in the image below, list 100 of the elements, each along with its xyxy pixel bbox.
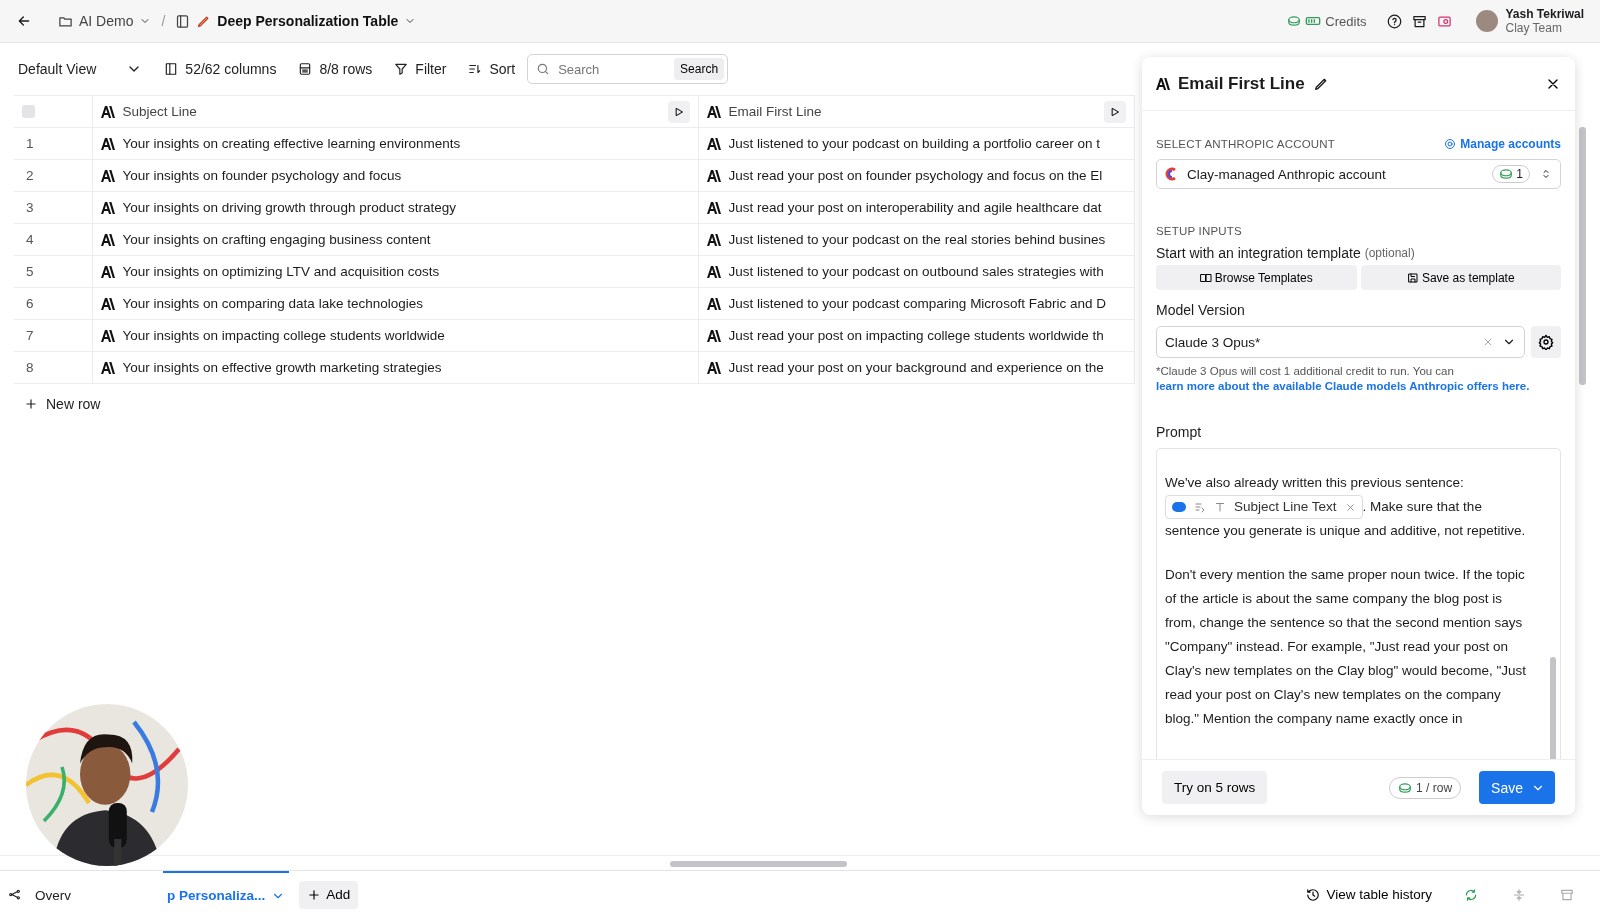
- browse-templates-button[interactable]: Browse Templates: [1156, 265, 1357, 290]
- book-icon: [1199, 271, 1212, 284]
- logo-icon: [100, 233, 115, 246]
- text-type-icon: [1214, 501, 1226, 514]
- optional-hint: (optional): [1364, 246, 1415, 260]
- section-label: SETUP INPUTS: [1156, 225, 1243, 237]
- table-name[interactable]: Deep Personalization Table: [217, 13, 399, 29]
- settings-button[interactable]: [1531, 326, 1561, 358]
- table-icon: [175, 13, 191, 29]
- manage-accounts-link[interactable]: Manage accounts: [1444, 137, 1561, 151]
- sort-button[interactable]: Sort: [468, 61, 516, 77]
- row-number: 2: [25, 168, 34, 183]
- columns-button[interactable]: 52/62 columns: [164, 61, 277, 77]
- row-number: 1: [25, 136, 34, 151]
- media-icon: [1436, 13, 1452, 29]
- clay-logo-icon: [1165, 167, 1177, 181]
- row-number: 5: [25, 264, 34, 279]
- logo-icon: [100, 265, 115, 278]
- table-cell: Just listened to your podcast on the real stories behind busines: [728, 232, 1106, 247]
- coin-icon: [1499, 167, 1514, 181]
- settings-icon: [1538, 334, 1554, 350]
- row-number: 6: [25, 296, 34, 311]
- logo-icon: [706, 265, 721, 278]
- row-number: 8: [25, 360, 34, 375]
- logo-icon: [100, 201, 115, 214]
- prompt-editor[interactable]: [1156, 448, 1561, 759]
- scrollbar[interactable]: [1579, 127, 1586, 385]
- variable-chip[interactable]: Subject Line Text: [1165, 495, 1363, 520]
- table-cell: Your insights on driving growth through product strategy: [122, 200, 456, 215]
- coin-icon: [1398, 780, 1413, 795]
- sheet-tab[interactable]: p Personaliza...: [163, 871, 290, 917]
- save-button[interactable]: Save: [1479, 771, 1555, 804]
- breadcrumb-separator: /: [161, 13, 166, 29]
- account-select[interactable]: Clay-managed Anthropic account 1: [1156, 159, 1561, 189]
- prompt-text: We've also already written this previous sentence: Subject Line Text . Make sure that the sentence you generate is unique and additive, not repetitive.: [1165, 474, 1527, 541]
- sheet-tab[interactable]: Overv: [31, 871, 75, 917]
- sort-icon: [468, 62, 483, 76]
- refresh-icon: [1464, 887, 1478, 902]
- run-column-button[interactable]: [667, 100, 690, 123]
- logo-icon: [706, 329, 721, 342]
- models-info-link[interactable]: learn more about the available Claude models Anthropic offers here.: [1156, 380, 1530, 392]
- network-icon: [8, 888, 21, 901]
- table-cell: Just read your post on your background and experience on the: [728, 360, 1104, 375]
- save-template-button[interactable]: Save as template: [1360, 265, 1561, 290]
- logo-icon: [706, 361, 721, 374]
- scrollbar[interactable]: [1550, 657, 1556, 759]
- table-history-button[interactable]: View table history: [1300, 886, 1438, 903]
- new-row-button[interactable]: New row: [24, 396, 101, 412]
- collapse-icon: [1512, 887, 1526, 902]
- table-cell: Your insights on creating effective learning environments: [122, 136, 461, 151]
- table-cell: Just listened to your podcast comparing Microsoft Fabric and D: [728, 296, 1106, 311]
- logo-icon: [100, 297, 115, 310]
- user-avatar[interactable]: [1475, 10, 1498, 32]
- list-icon: [1194, 501, 1206, 514]
- rows-button[interactable]: 8/8 rows: [298, 61, 373, 77]
- table-cell: Just read your post on impacting college students worldwide th: [728, 328, 1104, 343]
- view-selector[interactable]: Default View: [18, 61, 143, 77]
- filter-icon: [394, 62, 409, 76]
- folder-name[interactable]: AI Demo: [79, 13, 134, 29]
- table-cell: Your insights on effective growth marketing strategies: [122, 360, 442, 375]
- model-label: Model Version: [1156, 302, 1246, 318]
- add-tab-button[interactable]: Add: [299, 880, 359, 909]
- run-column-button[interactable]: [1103, 100, 1126, 123]
- user-name: Yash Tekriwal: [1505, 7, 1584, 21]
- logo-icon: [706, 169, 721, 182]
- try-rows-button[interactable]: Try on 5 rows: [1162, 771, 1268, 804]
- save-icon: [1406, 271, 1419, 284]
- panel-title: Email First Line: [1178, 73, 1305, 94]
- team-name: Clay Team: [1505, 21, 1563, 35]
- calculator-icon: [298, 62, 313, 76]
- logo-icon: [706, 201, 721, 214]
- archive-icon: [1560, 887, 1574, 902]
- select-all-checkbox[interactable]: [22, 105, 35, 118]
- search-button[interactable]: Search: [674, 58, 725, 80]
- logo-icon: [706, 233, 721, 246]
- model-select[interactable]: Claude 3 Opus*: [1156, 326, 1525, 358]
- filter-button[interactable]: Filter: [394, 61, 447, 77]
- table-cell: Your insights on comparing data lake technologies: [122, 296, 423, 311]
- prompt-text: Don't every mention the same proper noun twice. If the topic of the article is about the same company the blog post is from, change the sentence so that the second mention says "Company" instead. For example, "Just read your post on Clay's new templates on the Clay blog" would become, "Just read your post on Clay's new templates on the company blog." Mention the company name exactly once in: [1165, 566, 1528, 729]
- scrollbar[interactable]: [670, 861, 847, 867]
- column-header[interactable]: Subject Line: [122, 104, 197, 119]
- section-label: SELECT ANTHROPIC ACCOUNT: [1156, 138, 1336, 150]
- logo-icon: [1156, 77, 1170, 90]
- column-header[interactable]: Email First Line: [728, 104, 822, 119]
- row-number: 3: [25, 200, 34, 215]
- logo-icon: [100, 361, 115, 374]
- gear-icon: [1444, 138, 1457, 150]
- clear-icon: [1482, 336, 1494, 348]
- credits-label[interactable]: Credits: [1325, 13, 1367, 29]
- history-icon: [1306, 887, 1321, 902]
- table-cell: Your insights on impacting college students worldwide: [122, 328, 445, 343]
- table-cell: Just read your post on interoperability and agile healthcare dat: [728, 200, 1102, 215]
- archive-icon: [1411, 13, 1427, 29]
- row-number: 7: [25, 328, 34, 343]
- search-field[interactable]: Search Search: [527, 54, 729, 84]
- table-cell: Just read your post on founder psychology and focus on the El: [728, 168, 1103, 183]
- logo-icon: [100, 329, 115, 342]
- updown-icon: [1540, 168, 1552, 180]
- back-arrow-icon: [16, 13, 32, 29]
- logo-icon: [706, 297, 721, 310]
